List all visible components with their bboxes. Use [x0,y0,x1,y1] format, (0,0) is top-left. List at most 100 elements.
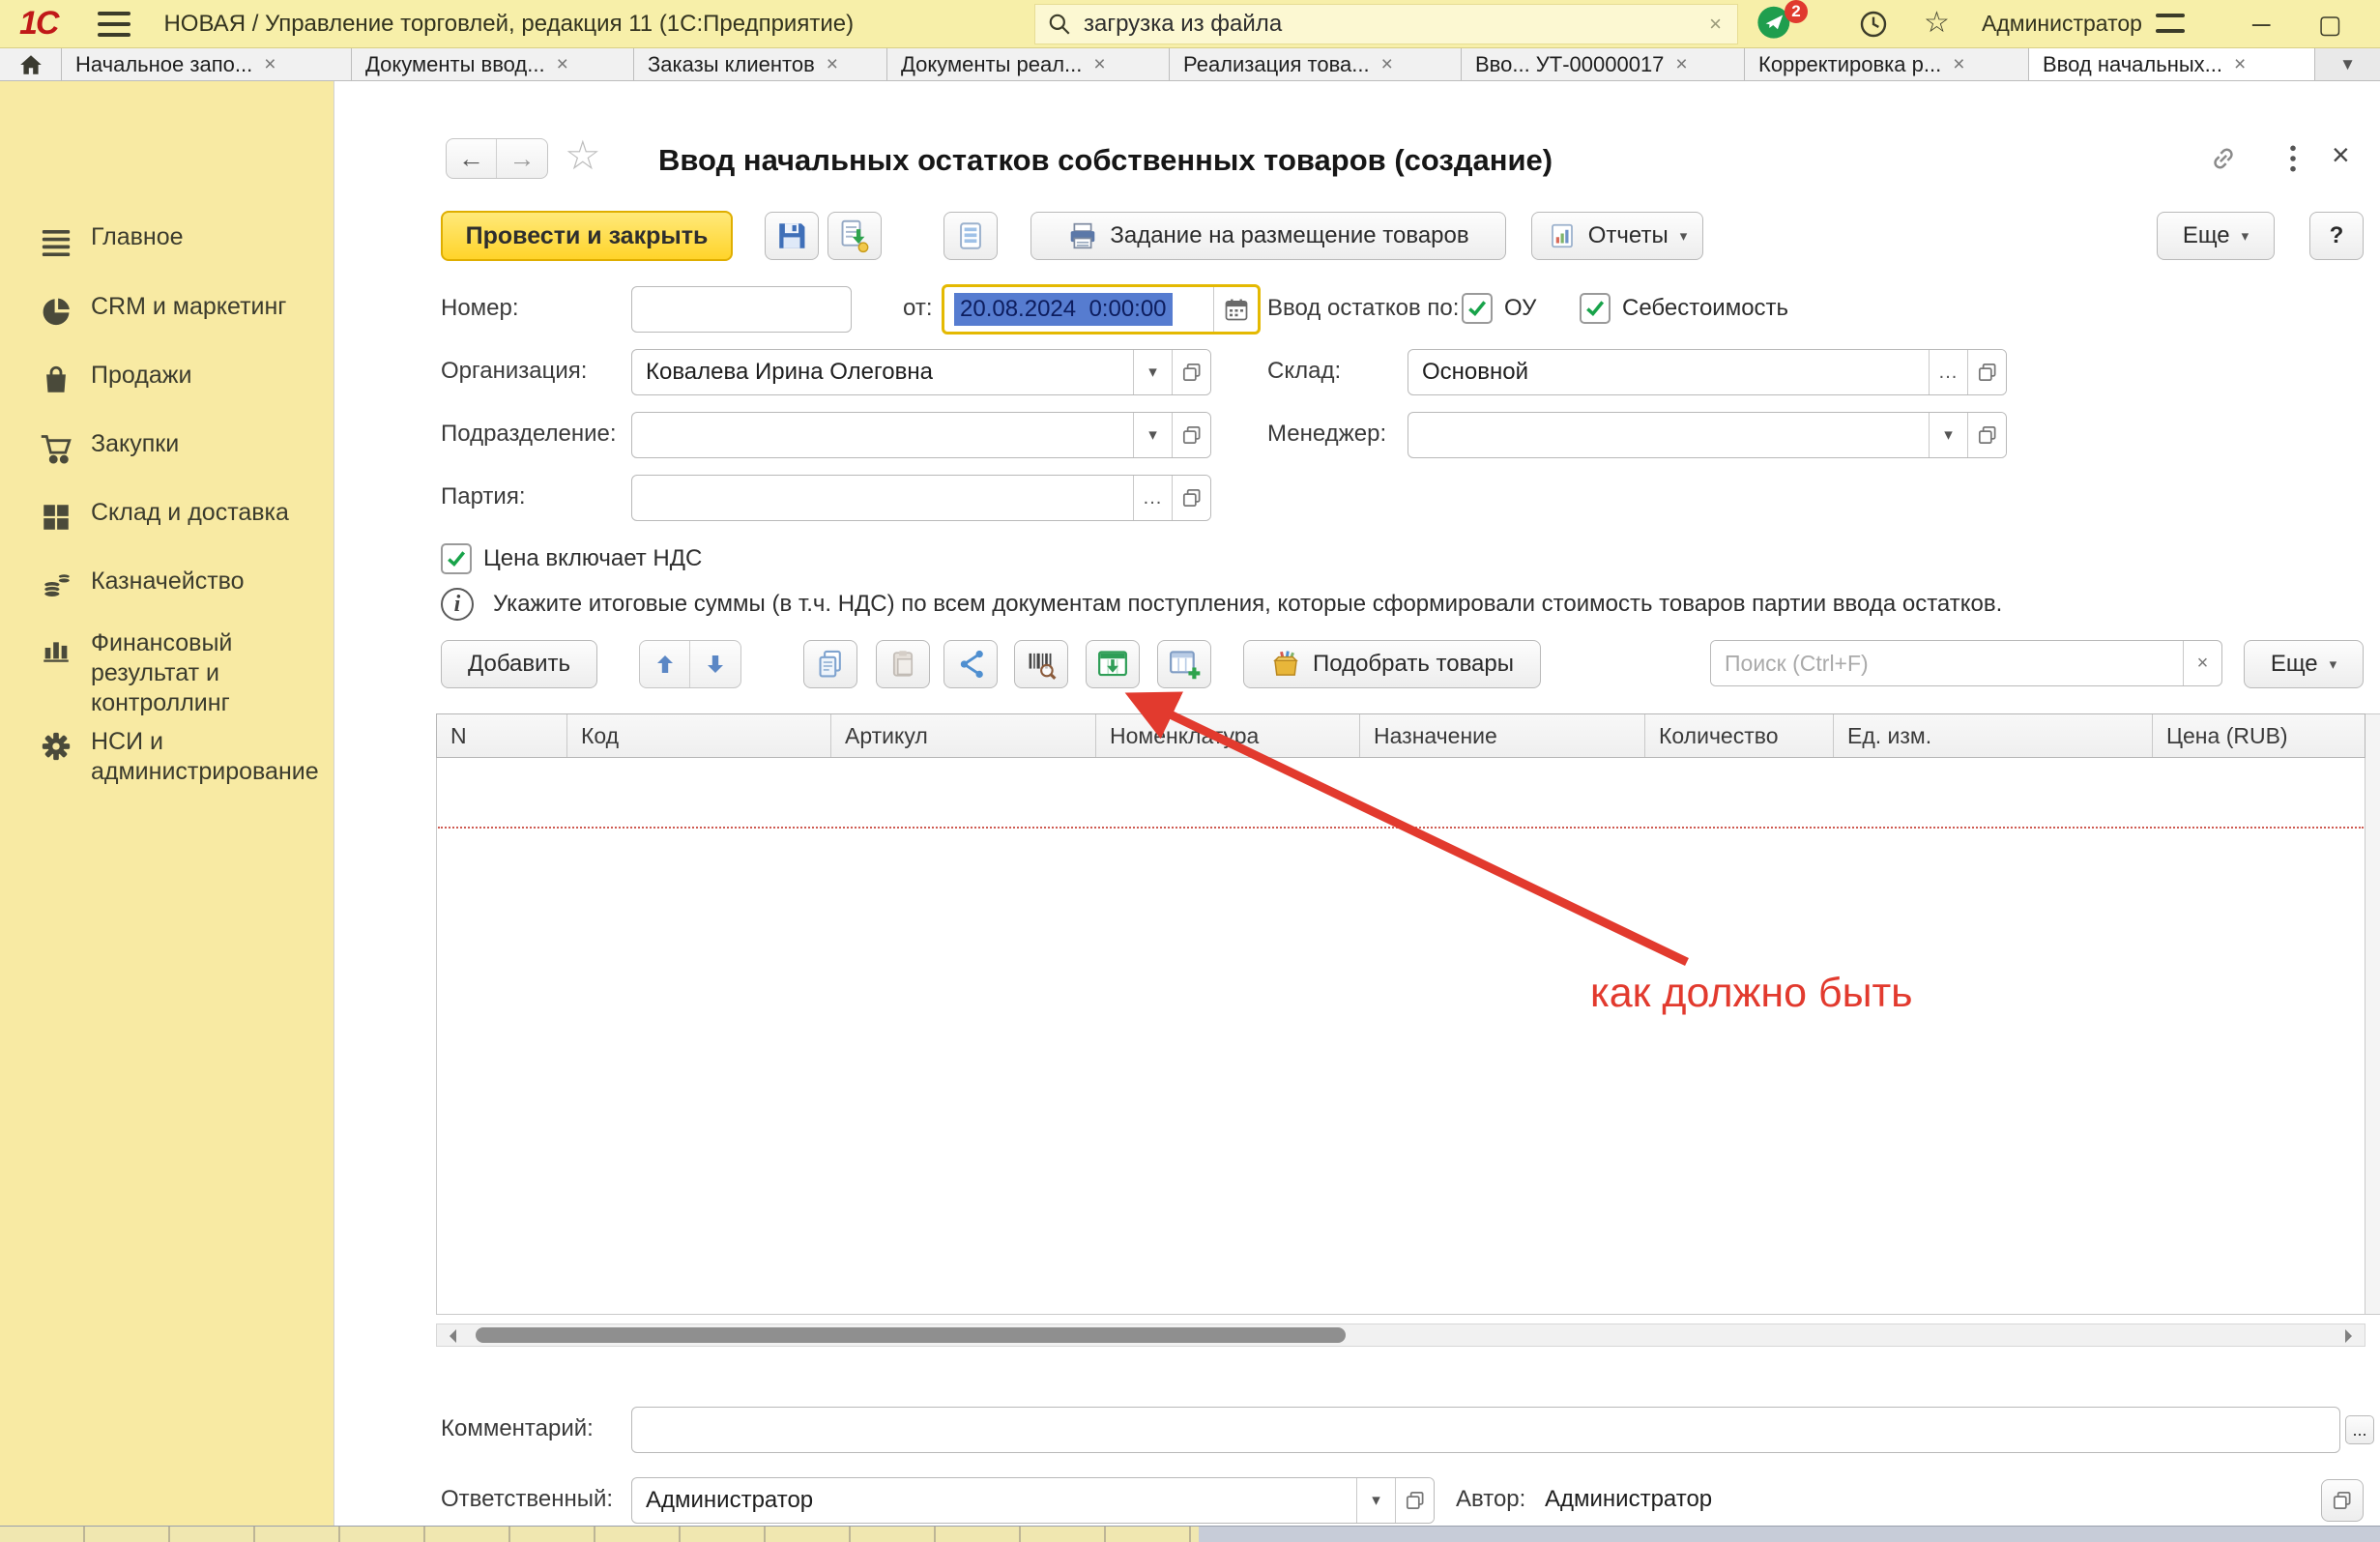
open-icon[interactable] [1172,476,1210,520]
tab-zakazy-klientov[interactable]: Заказы клиентов× [634,48,887,80]
vertical-scrollbar[interactable] [2365,713,2380,1315]
save-button[interactable] [765,212,819,260]
register-records-button[interactable] [943,212,998,260]
choose-icon[interactable]: ... [1929,350,1967,394]
open-icon[interactable] [1967,413,2006,457]
col-ed-izm[interactable]: Ед. изм. [1834,714,2153,757]
tab-dokumenty-vvod[interactable]: Документы ввод...× [352,48,634,80]
placement-task-button[interactable]: Задание на размещение товаров [1030,212,1506,260]
organization-field[interactable]: Ковалева Ирина Олеговна ▾ [631,349,1211,395]
scroll-right-icon[interactable] [2345,1329,2359,1343]
col-kod[interactable]: Код [567,714,831,757]
current-user[interactable]: Администратор [1982,11,2142,37]
sidebar-item-finrezultat[interactable]: Финансовый результат и контроллинг [0,628,334,718]
service-menu-icon[interactable] [2156,14,2185,33]
tab-realizaciya[interactable]: Реализация това...× [1170,48,1462,80]
scrollbar-thumb[interactable] [476,1327,1346,1343]
dropdown-icon[interactable]: ▾ [1133,413,1172,457]
date-field[interactable]: 20.08.2024 0:00:00 [942,284,1261,335]
open-icon[interactable] [1967,350,2006,394]
horizontal-scrollbar[interactable] [436,1324,2365,1347]
maximize-button[interactable]: ▢ [2318,0,2342,48]
number-field[interactable] [631,286,852,333]
quick-search[interactable]: × [1034,4,1738,44]
post-document-button[interactable] [827,212,882,260]
paste-row-button[interactable] [876,640,930,688]
sidebar-item-prodazhi[interactable]: Продажи [0,361,334,399]
favorite-star-icon[interactable]: ☆ [565,131,601,179]
barcode-scan-button[interactable] [1014,640,1068,688]
col-kolichestvo[interactable]: Количество [1645,714,1834,757]
sidebar-item-sklad[interactable]: Склад и доставка [0,498,334,537]
tab-close-icon[interactable]: × [1093,53,1105,76]
vat-checkbox[interactable]: Цена включает НДС [441,543,702,574]
main-menu-icon[interactable] [98,12,131,37]
col-n[interactable]: N [437,714,567,757]
reports-button[interactable]: Отчеты▾ [1531,212,1703,260]
col-nomenklatura[interactable]: Номенклатура [1096,714,1360,757]
dropdown-icon[interactable]: ▾ [1356,1478,1395,1523]
more-button-table[interactable]: Еще▾ [2244,640,2364,688]
sidebar-item-glavnoe[interactable]: Главное [0,222,334,261]
help-button[interactable]: ? [2309,212,2364,260]
checkbox-box[interactable] [1580,293,1611,324]
batch-field[interactable]: ... [631,475,1211,521]
col-cena[interactable]: Цена (RUB) [2153,714,2365,757]
minimize-button[interactable]: ─ [2252,0,2270,48]
tab-close-icon[interactable]: × [557,53,568,76]
add-row-button[interactable]: Добавить [441,640,597,688]
tab-close-icon[interactable]: × [1675,53,1687,76]
comment-expand-button[interactable]: ... [2345,1415,2374,1444]
division-field[interactable]: ▾ [631,412,1211,458]
responsible-field[interactable]: Администратор ▾ [631,1477,1435,1524]
move-down-button[interactable] [690,641,740,687]
tab-close-icon[interactable]: × [1953,53,1964,76]
search-clear-icon[interactable]: × [1705,12,1726,37]
sidebar-item-crm[interactable]: CRM и маркетинг [0,292,334,331]
copy-row-button[interactable] [803,640,857,688]
load-from-file-button[interactable] [1086,640,1140,688]
tab-close-icon[interactable]: × [1381,53,1393,76]
warehouse-field[interactable]: Основной ... [1408,349,2007,395]
comment-field[interactable] [631,1407,2340,1453]
checkbox-box[interactable] [441,543,472,574]
tab-vvod-ut17[interactable]: Вво... УТ-00000017× [1462,48,1745,80]
open-icon[interactable] [1395,1478,1434,1523]
table-search-input[interactable] [1711,641,2183,685]
sidebar-item-zakupki[interactable]: Закупки [0,429,334,468]
tab-vvod-nachalnyh-active[interactable]: Ввод начальных...× [2029,48,2315,80]
tab-home[interactable] [0,48,62,80]
col-artikul[interactable]: Артикул [831,714,1096,757]
open-icon[interactable] [1172,413,1210,457]
checkbox-cost[interactable]: Себестоимость [1580,293,1788,324]
sidebar-item-kaznacheystvo[interactable]: Казначейство [0,567,334,605]
checkbox-ou[interactable]: ОУ [1462,293,1536,324]
checkbox-box[interactable] [1462,293,1493,324]
dropdown-icon[interactable]: ▾ [1929,413,1967,457]
sidebar-item-nsi[interactable]: НСИ и администрирование [0,727,334,787]
distribute-icon-button[interactable] [943,640,998,688]
tab-dokumenty-real[interactable]: Документы реал...× [887,48,1170,80]
close-document-icon[interactable]: × [2332,137,2350,173]
search-input[interactable] [1084,11,1705,38]
dropdown-icon[interactable]: ▾ [1133,350,1172,394]
tabs-dropdown-icon[interactable]: ▼ [2315,48,2380,80]
pick-goods-button[interactable]: Подобрать товары [1243,640,1541,688]
favorites-icon[interactable]: ☆ [1924,6,1950,40]
discussions-icon[interactable]: 2 [1756,2,1812,46]
move-up-button[interactable] [640,641,690,687]
link-icon[interactable] [2202,139,2245,178]
table-search[interactable]: × [1710,640,2222,686]
calendar-icon[interactable] [1213,287,1258,332]
scroll-left-icon[interactable] [443,1329,456,1343]
tab-close-icon[interactable]: × [264,53,276,76]
forward-button[interactable]: → [497,139,547,178]
more-kebab-icon[interactable] [2272,139,2314,178]
table-body[interactable] [436,758,2365,1315]
back-button[interactable]: ← [447,139,497,178]
col-naznachenie[interactable]: Назначение [1360,714,1645,757]
open-icon[interactable] [1172,350,1210,394]
add-from-table-button[interactable] [1157,640,1211,688]
post-and-close-button[interactable]: Провести и закрыть [441,211,733,261]
tab-close-icon[interactable]: × [2234,53,2246,76]
